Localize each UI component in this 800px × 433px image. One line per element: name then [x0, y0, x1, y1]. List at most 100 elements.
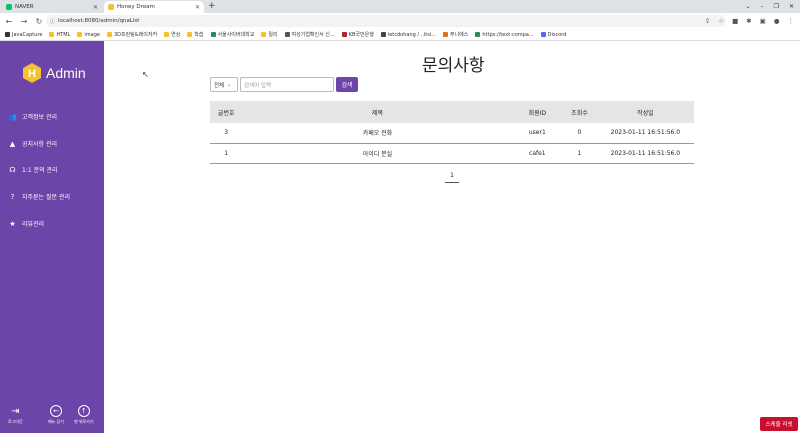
mouse-cursor-icon: ↖ — [142, 70, 149, 79]
arrow-left-icon: ← — [50, 405, 62, 417]
hide-menu-button[interactable]: ← 메뉴 닫기 — [48, 405, 64, 425]
cell-title-link[interactable]: 카페오 전화 — [242, 123, 513, 144]
restore-icon[interactable]: ❐ — [774, 3, 779, 10]
tab-label: NAVER — [15, 4, 34, 10]
sidebar-item-label: 공지사항 관리 — [22, 141, 58, 148]
folder-icon — [164, 32, 170, 37]
bookmark-item[interactable]: 여성기업확인서 신... — [284, 31, 335, 38]
bookmark-icon — [475, 32, 481, 37]
cell-no: 3 — [210, 123, 243, 144]
tab-label: Honey Dream — [117, 4, 155, 10]
bookmark-item[interactable]: 3D프린팅&레이저커 — [106, 31, 157, 38]
cell-no: 1 — [210, 143, 243, 164]
bookmarks-bar: JavaCapture HTML image 3D프린팅&레이저커 연상 학습 … — [0, 29, 800, 41]
bookmark-item[interactable]: 서울사이버대학교 — [210, 31, 254, 38]
bookmark-item[interactable]: Discord — [540, 32, 566, 38]
share-icon[interactable]: ⇪ — [705, 17, 710, 25]
puzzle-icon[interactable]: ✱ — [746, 17, 751, 25]
bookmark-item[interactable]: KB국민은행 — [341, 31, 374, 38]
cell-views: 1 — [562, 143, 597, 164]
folder-icon — [49, 32, 55, 37]
browser-toolbar: ← → ↻ ⓘ localhost:8080/admin/qnaList ⇪ ☆… — [0, 13, 800, 29]
sidebar-item-inquiries[interactable]: ☊ 1:1 문의 관리 — [8, 165, 58, 175]
folder-icon — [77, 32, 83, 37]
bookmark-item[interactable]: 릴리 — [261, 31, 278, 38]
column-header: 조회수 — [571, 109, 588, 117]
sidebar-item-faq[interactable]: ? 자주묻는 질문 관리 — [8, 192, 70, 202]
column-header: 글번호 — [217, 109, 235, 117]
honey-dream-favicon-icon — [108, 4, 114, 10]
folder-icon — [106, 32, 112, 37]
tab-naver[interactable]: NAVER ✕ — [2, 1, 102, 13]
bookmark-icon — [380, 32, 386, 37]
table-row[interactable]: 3 카페오 전화 user1 0 2023-01-11 16:51:56.0 — [210, 123, 694, 144]
bookmark-item[interactable]: 푸니에스 — [442, 31, 468, 38]
sidepanel-icon[interactable]: ▣ — [760, 17, 766, 25]
bookmark-item[interactable]: letcdohang / ..itsi... — [380, 32, 436, 38]
info-icon: ⓘ — [50, 18, 56, 25]
forward-icon[interactable]: → — [18, 17, 30, 26]
bookmark-item[interactable]: HTML — [49, 32, 70, 38]
close-window-icon[interactable]: ✕ — [789, 3, 794, 10]
chevron-down-icon[interactable]: ⌄ — [746, 3, 751, 10]
cell-views: 0 — [562, 123, 597, 144]
bookmark-item[interactable]: https://text-compa... — [475, 32, 534, 38]
page-number-current[interactable]: 1 — [445, 171, 459, 183]
tab-honey-dream[interactable]: Honey Dream ✕ — [104, 1, 204, 13]
sidebar-item-customers[interactable]: 👥 고객정보 관리 — [8, 112, 57, 122]
brand-text: Admin — [46, 65, 86, 81]
bookmark-item[interactable]: 학습 — [187, 31, 204, 38]
schedule-reset-button[interactable]: 스케줄 리셋 — [760, 417, 798, 431]
discord-icon — [540, 32, 546, 37]
logout-button[interactable]: ⇥ 로그아웃 — [8, 406, 23, 425]
address-bar[interactable]: ⓘ localhost:8080/admin/qnaList — [46, 15, 726, 27]
bookmark-star-icon[interactable]: ☆ — [718, 17, 724, 25]
cell-date: 2023-01-11 16:51:56.0 — [596, 123, 694, 144]
bookmark-item[interactable]: image — [77, 32, 100, 38]
users-icon: 👥 — [8, 112, 17, 121]
sidebar-item-reviews[interactable]: ★ 리뷰관리 — [8, 219, 44, 229]
bookmark-item[interactable]: JavaCapture — [5, 32, 42, 38]
close-icon[interactable]: ✕ — [93, 4, 98, 11]
search-button[interactable]: 검색 — [336, 77, 358, 92]
scroll-top-button[interactable]: ↑ 맨 위로가기 — [74, 405, 94, 425]
bookmark-icon — [442, 32, 448, 37]
folder-icon — [187, 32, 193, 37]
toolbar-actions: ⇪ ☆ ■ ✱ ▣ ● ⋮ — [705, 15, 794, 27]
reload-icon[interactable]: ↻ — [33, 17, 45, 26]
extension-icon[interactable]: ■ — [732, 17, 738, 25]
search-category-select[interactable]: 전체 ⌄ — [210, 77, 238, 92]
arrow-up-icon: ↑ — [77, 405, 90, 417]
svg-text:H: H — [28, 68, 36, 80]
new-tab-icon[interactable]: + — [208, 1, 216, 11]
search-bar: 전체 ⌄ 검색어 입력 검색 — [210, 77, 358, 92]
admin-page: H Admin 👥 고객정보 관리 ▲ 공지사항 관리 ☊ 1:1 문의 관리 … — [0, 41, 800, 433]
cell-member-id: cafe1 — [512, 143, 563, 164]
headset-icon: ☊ — [9, 165, 16, 174]
star-icon: ★ — [9, 219, 16, 228]
bookmark-icon — [5, 32, 10, 37]
logo[interactable]: H Admin — [22, 62, 86, 84]
cell-title-link[interactable]: 아이디 분실 — [242, 143, 513, 164]
question-icon: ? — [10, 192, 15, 201]
inquiry-table: 글번호 제목 회원ID 조회수 작성일 3 카페오 전화 user1 0 202… — [210, 101, 694, 164]
url-text: localhost:8080/admin/qnaList — [58, 18, 140, 24]
back-icon[interactable]: ← — [3, 17, 15, 26]
menu-icon[interactable]: ⋮ — [788, 17, 795, 25]
sidebar-item-label: 자주묻는 질문 관리 — [22, 194, 70, 201]
page-title: 문의사항 — [422, 56, 485, 76]
search-input[interactable]: 검색어 입력 — [240, 77, 334, 92]
column-header: 작성일 — [637, 109, 654, 117]
sidebar-item-label: 1:1 문의 관리 — [22, 167, 58, 174]
minimize-icon[interactable]: – — [761, 3, 764, 10]
chevron-down-icon: ⌄ — [227, 81, 232, 88]
table-header-row: 글번호 제목 회원ID 조회수 작성일 — [210, 101, 694, 123]
sidebar-item-notices[interactable]: ▲ 공지사항 관리 — [8, 139, 58, 149]
close-icon[interactable]: ✕ — [195, 4, 200, 11]
bookmark-item[interactable]: 연상 — [164, 31, 180, 38]
cell-date: 2023-01-11 16:51:56.0 — [596, 143, 694, 164]
table-row[interactable]: 1 아이디 분실 cafe1 1 2023-01-11 16:51:56.0 — [210, 143, 694, 164]
profile-icon[interactable]: ● — [774, 17, 780, 25]
cell-member-id: user1 — [512, 123, 563, 144]
warning-icon: ▲ — [9, 139, 16, 148]
